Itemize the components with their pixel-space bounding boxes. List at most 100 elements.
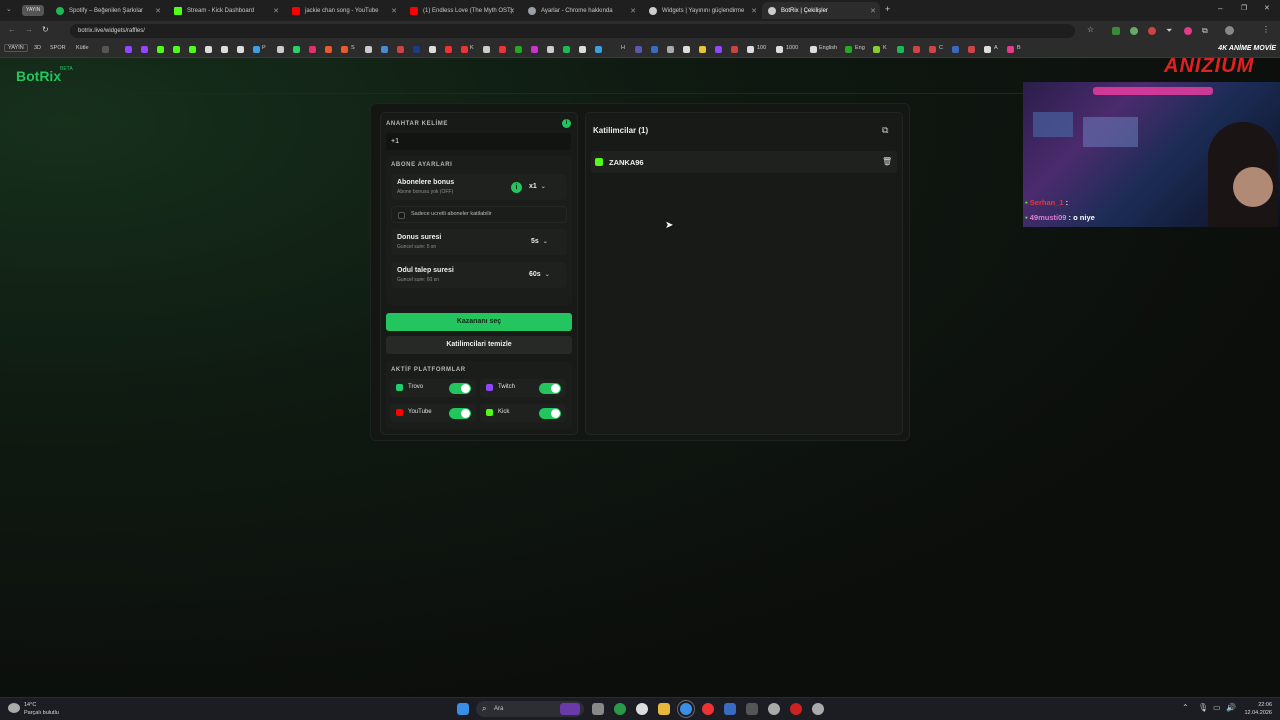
bookmark-icon[interactable] (1007, 46, 1014, 53)
bookmark-folder[interactable]: 3D (34, 45, 41, 51)
chrome-icon[interactable] (677, 700, 695, 718)
bookmark-link[interactable]: 100 (757, 45, 766, 51)
folder-icon[interactable] (658, 703, 670, 715)
extension-icon[interactable] (1148, 27, 1156, 35)
bookmark-icon[interactable] (845, 46, 852, 53)
avatar[interactable] (1225, 26, 1234, 35)
bookmark-link[interactable]: C (939, 45, 943, 51)
bookmark-icon[interactable] (635, 46, 642, 53)
kick-icon[interactable] (173, 46, 180, 53)
bookmark-icon[interactable] (873, 46, 880, 53)
bookmark-icon[interactable] (531, 46, 538, 53)
info-icon[interactable]: i (562, 119, 571, 128)
bookmark-icon[interactable] (747, 46, 754, 53)
twitch-icon[interactable] (141, 46, 148, 53)
tab-kick-dashboard[interactable]: Stream - Kick Dashboard ✕ (168, 2, 283, 19)
tab-spotify[interactable]: Spotify – Beğenilen Şarkılar ✕ (50, 2, 165, 19)
trash-icon[interactable]: 🗑 (882, 157, 892, 166)
volume-icon[interactable]: 🔊 (1226, 703, 1236, 712)
weather-widget[interactable]: 14°C Parçalı bulutlu (24, 701, 59, 717)
app-icon[interactable] (790, 703, 802, 715)
bookmark-icon[interactable] (913, 46, 920, 53)
bookmark-icon[interactable] (341, 46, 348, 53)
extension-icon[interactable] (1184, 27, 1192, 35)
bookmark-link[interactable]: B (1017, 45, 1021, 51)
twitch-icon[interactable] (125, 46, 132, 53)
bookmark-icon[interactable] (397, 46, 404, 53)
bookmark-icon[interactable] (365, 46, 372, 53)
bookmark-link[interactable]: P (262, 45, 266, 51)
extension-icon[interactable] (1112, 27, 1120, 35)
tiktok-icon[interactable] (221, 46, 228, 53)
bookmark-folder[interactable]: SPOR (50, 45, 66, 51)
claim-time-select[interactable]: 60s ⌄ (529, 271, 550, 278)
bookmark-link[interactable]: K (470, 45, 474, 51)
task-view-icon[interactable] (592, 703, 604, 715)
bookmark-icon[interactable] (277, 46, 284, 53)
spotify-icon[interactable] (563, 46, 570, 53)
forward-icon[interactable]: → (25, 25, 33, 34)
menu-icon[interactable]: ⋮ (1262, 25, 1270, 34)
close-icon[interactable]: ✕ (870, 7, 876, 15)
bookmark-icon[interactable] (968, 46, 975, 53)
bookmark-icon[interactable] (499, 46, 506, 53)
youtube-toggle[interactable] (449, 408, 471, 419)
close-icon[interactable]: ✕ (751, 7, 757, 15)
info-icon[interactable]: i (511, 182, 522, 193)
extension-icon[interactable] (1130, 27, 1138, 35)
kick-icon[interactable] (189, 46, 196, 53)
network-icon[interactable]: ▭ (1213, 703, 1221, 712)
copy-icon[interactable]: ⧉ (882, 125, 888, 136)
app-icon[interactable] (812, 703, 824, 715)
tab-group-badge[interactable]: YAYIN (22, 5, 45, 16)
bookmark-icon[interactable] (776, 46, 783, 53)
bookmark-icon[interactable] (683, 46, 690, 53)
close-icon[interactable]: ✕ (391, 7, 397, 15)
reload-icon[interactable]: ↻ (42, 25, 49, 34)
bookmark-icon[interactable] (381, 46, 388, 53)
sub-only-checkbox[interactable] (398, 212, 405, 219)
back-icon[interactable]: ← (8, 25, 16, 34)
youtube-icon[interactable] (461, 46, 468, 53)
app-icon[interactable] (614, 703, 626, 715)
bookmark-icon[interactable] (929, 46, 936, 53)
tab-search-icon[interactable]: ⌄ (6, 5, 12, 13)
bookmark-icon[interactable] (325, 46, 332, 53)
app-icon[interactable] (724, 703, 736, 715)
bookmark-link[interactable]: K (883, 45, 887, 51)
trovo-toggle[interactable] (449, 383, 471, 394)
bookmark-icon[interactable] (515, 46, 522, 53)
sub-only-row[interactable]: Sadece ucretli aboneler katilabilir (391, 206, 567, 223)
minimize-button[interactable]: – (1218, 4, 1222, 13)
app-icon[interactable] (636, 703, 648, 715)
bookmark-icon[interactable] (429, 46, 436, 53)
bookmark-icon[interactable] (699, 46, 706, 53)
tab-botrix-raffles[interactable]: BotRix | Çekilişler ✕ (762, 2, 880, 19)
bookmark-icon[interactable] (731, 46, 738, 53)
instagram-icon[interactable] (309, 46, 316, 53)
kick-icon[interactable] (157, 46, 164, 53)
bookmark-link[interactable]: S (351, 45, 355, 51)
bookmark-link[interactable]: H (621, 45, 625, 51)
bookmark-icon[interactable] (445, 46, 452, 53)
url-input[interactable]: botrix.live/widgets/raffles/ (70, 24, 1075, 38)
tiktok-icon[interactable] (205, 46, 212, 53)
maximize-button[interactable]: ❐ (1241, 4, 1247, 12)
clear-participants-button[interactable]: Katilimcilari temizle (386, 336, 572, 354)
bookmark-link[interactable]: English (819, 45, 837, 51)
search-highlight-icon[interactable] (560, 703, 580, 715)
clock[interactable]: 22:06 12.04.2026 (1244, 701, 1272, 717)
app-icon[interactable] (702, 703, 714, 715)
bookmark-link[interactable]: A (994, 45, 998, 51)
bookmark-icon[interactable] (253, 46, 260, 53)
twitch-toggle[interactable] (539, 383, 561, 394)
bookmark-icon[interactable] (595, 46, 602, 53)
close-icon[interactable]: ✕ (630, 7, 636, 15)
keyword-input[interactable]: +1 (386, 133, 571, 150)
bookmark-folder[interactable]: YAYIN (4, 44, 28, 52)
bookmark-icon[interactable] (952, 46, 959, 53)
app-icon[interactable] (746, 703, 758, 715)
close-icon[interactable]: ✕ (155, 7, 161, 15)
grid-icon[interactable] (102, 46, 109, 53)
kick-toggle[interactable] (539, 408, 561, 419)
